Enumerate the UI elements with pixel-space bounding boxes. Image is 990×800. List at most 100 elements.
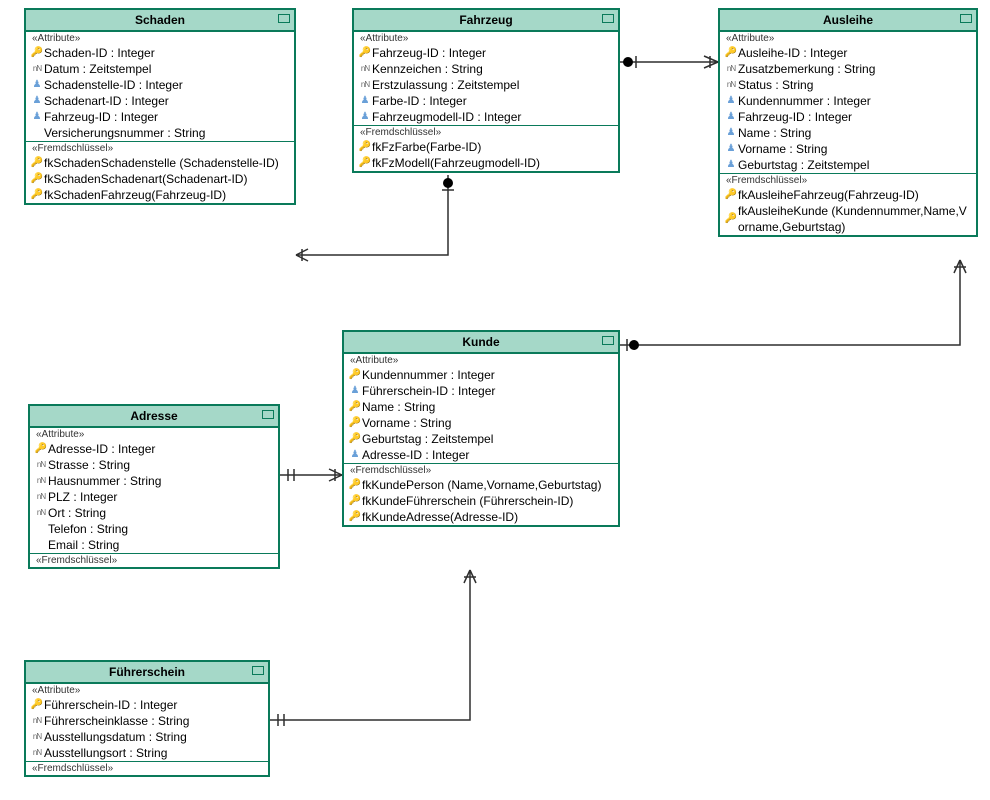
- attr-row: ♟Fahrzeug-ID : Integer: [720, 109, 976, 125]
- fkref-icon: ♟: [358, 93, 372, 109]
- notnull-icon: nN: [724, 61, 738, 77]
- stereotype-attribute: «Attribute»: [720, 32, 976, 45]
- fk-row: 🔑fkKundePerson (Name,Vorname,Geburtstag): [344, 477, 618, 493]
- fkref-icon: ♟: [30, 93, 44, 109]
- fk-list: 🔑fkSchadenSchadenstelle (Schadenstelle-I…: [26, 155, 294, 203]
- entity-header: Adresse: [30, 406, 278, 428]
- attr-row: nNZusatzbemerkung : String: [720, 61, 976, 77]
- stereotype-attribute: «Attribute»: [354, 32, 618, 45]
- attr-row: ♟Adresse-ID : Integer: [344, 447, 618, 463]
- notnull-icon: nN: [30, 713, 44, 729]
- attr-row: 🔑Geburtstag : Zeitstempel: [344, 431, 618, 447]
- fkref-icon: ♟: [358, 109, 372, 125]
- fk-row: 🔑fkFzFarbe(Farbe-ID): [354, 139, 618, 155]
- entity-ausleihe[interactable]: Ausleihe «Attribute» 🔑Ausleihe-ID : Inte…: [718, 8, 978, 237]
- entity-title: Führerschein: [109, 665, 185, 679]
- pk-icon: 🔑: [724, 45, 738, 61]
- entity-header: Ausleihe: [720, 10, 976, 32]
- collapse-icon: [602, 336, 614, 345]
- attr-row: ♟Schadenart-ID : Integer: [26, 93, 294, 109]
- attr-row: Versicherungsnummer : String: [26, 125, 294, 141]
- fk-list: 🔑fkAusleiheFahrzeug(Fahrzeug-ID) 🔑fkAusl…: [720, 187, 976, 235]
- fk-icon: 🔑: [358, 139, 372, 155]
- entity-adresse[interactable]: Adresse «Attribute» 🔑Adresse-ID : Intege…: [28, 404, 280, 569]
- attribute-list: 🔑Führerschein-ID : Integer nNFührerschei…: [26, 697, 268, 761]
- entity-title: Adresse: [130, 409, 177, 423]
- fkref-icon: ♟: [348, 383, 362, 399]
- fk-icon: 🔑: [724, 187, 738, 203]
- stereotype-fk: «Fremdschlüssel»: [720, 174, 976, 187]
- entity-fahrzeug[interactable]: Fahrzeug «Attribute» 🔑Fahrzeug-ID : Inte…: [352, 8, 620, 173]
- attr-row: ♟Fahrzeugmodell-ID : Integer: [354, 109, 618, 125]
- attr-row: nNFührerscheinklasse : String: [26, 713, 268, 729]
- pk-icon: 🔑: [358, 45, 372, 61]
- pk-icon: 🔑: [348, 367, 362, 383]
- entity-title: Ausleihe: [823, 13, 873, 27]
- attr-row: 🔑Vorname : String: [344, 415, 618, 431]
- stereotype-attribute: «Attribute»: [26, 684, 268, 697]
- fk-row: 🔑fkSchadenFahrzeug(Fahrzeug-ID): [26, 187, 294, 203]
- fk-row: 🔑fkKundeAdresse(Adresse-ID): [344, 509, 618, 525]
- attr-row: ♟Vorname : String: [720, 141, 976, 157]
- fkref-icon: ♟: [30, 109, 44, 125]
- collapse-icon: [262, 410, 274, 419]
- fk-icon: 🔑: [348, 477, 362, 493]
- fk-icon: 🔑: [348, 493, 362, 509]
- notnull-icon: nN: [34, 457, 48, 473]
- fk-icon: 🔑: [30, 155, 44, 171]
- attr-row: ♟Geburtstag : Zeitstempel: [720, 157, 976, 173]
- fkref-icon: ♟: [724, 93, 738, 109]
- pk2-icon: 🔑: [348, 415, 362, 431]
- fk-row: 🔑fkSchadenSchadenstelle (Schadenstelle-I…: [26, 155, 294, 171]
- attr-row: 🔑Kundennummer : Integer: [344, 367, 618, 383]
- collapse-icon: [602, 14, 614, 23]
- notnull-icon: nN: [358, 61, 372, 77]
- attr-row: ♟Farbe-ID : Integer: [354, 93, 618, 109]
- collapse-icon: [252, 666, 264, 675]
- fk-row: 🔑fkAusleiheKunde (Kundennummer,Name,Vorn…: [720, 203, 976, 235]
- attr-row: ♟Name : String: [720, 125, 976, 141]
- pk-icon: 🔑: [34, 441, 48, 457]
- attr-row: Email : String: [30, 537, 278, 553]
- notnull-icon: nN: [30, 729, 44, 745]
- fk-icon: 🔑: [30, 187, 44, 203]
- stereotype-fk: «Fremdschlüssel»: [354, 126, 618, 139]
- attribute-list: 🔑Ausleihe-ID : Integer nNZusatzbemerkung…: [720, 45, 976, 173]
- pk2-icon: 🔑: [348, 399, 362, 415]
- attr-row: ♟Führerschein-ID : Integer: [344, 383, 618, 399]
- entity-kunde[interactable]: Kunde «Attribute» 🔑Kundennummer : Intege…: [342, 330, 620, 527]
- notnull-icon: nN: [34, 489, 48, 505]
- attr-row: 🔑Ausleihe-ID : Integer: [720, 45, 976, 61]
- entity-fuehrerschein[interactable]: Führerschein «Attribute» 🔑Führerschein-I…: [24, 660, 270, 777]
- entity-header: Schaden: [26, 10, 294, 32]
- notnull-icon: nN: [30, 745, 44, 761]
- attr-row: ♟Kundennummer : Integer: [720, 93, 976, 109]
- fk-row: 🔑fkFzModell(Fahrzeugmodell-ID): [354, 155, 618, 171]
- fkref-icon: ♟: [724, 141, 738, 157]
- attr-row: nNOrt : String: [30, 505, 278, 521]
- attr-row: nNKennzeichen : String: [354, 61, 618, 77]
- attr-row: 🔑Adresse-ID : Integer: [30, 441, 278, 457]
- entity-schaden[interactable]: Schaden «Attribute» 🔑Schaden-ID : Intege…: [24, 8, 296, 205]
- stereotype-fk: «Fremdschlüssel»: [30, 554, 278, 567]
- attribute-list: 🔑Kundennummer : Integer ♟Führerschein-ID…: [344, 367, 618, 463]
- stereotype-fk: «Fremdschlüssel»: [344, 464, 618, 477]
- notnull-icon: nN: [34, 473, 48, 489]
- pk2-icon: 🔑: [348, 431, 362, 447]
- fk-row: 🔑fkSchadenSchadenart(Schadenart-ID): [26, 171, 294, 187]
- attr-row: 🔑Fahrzeug-ID : Integer: [354, 45, 618, 61]
- pk-icon: 🔑: [30, 697, 44, 713]
- fkref-icon: ♟: [724, 109, 738, 125]
- collapse-icon: [960, 14, 972, 23]
- attribute-list: 🔑Schaden-ID : Integer nNDatum : Zeitstem…: [26, 45, 294, 141]
- stereotype-attribute: «Attribute»: [30, 428, 278, 441]
- attr-row: 🔑Schaden-ID : Integer: [26, 45, 294, 61]
- entity-title: Kunde: [462, 335, 499, 349]
- entity-title: Fahrzeug: [459, 13, 512, 27]
- notnull-icon: nN: [724, 77, 738, 93]
- fkref-icon: ♟: [724, 157, 738, 173]
- attr-row: nNStatus : String: [720, 77, 976, 93]
- pk-icon: 🔑: [30, 45, 44, 61]
- stereotype-fk: «Fremdschlüssel»: [26, 142, 294, 155]
- notnull-icon: nN: [34, 505, 48, 521]
